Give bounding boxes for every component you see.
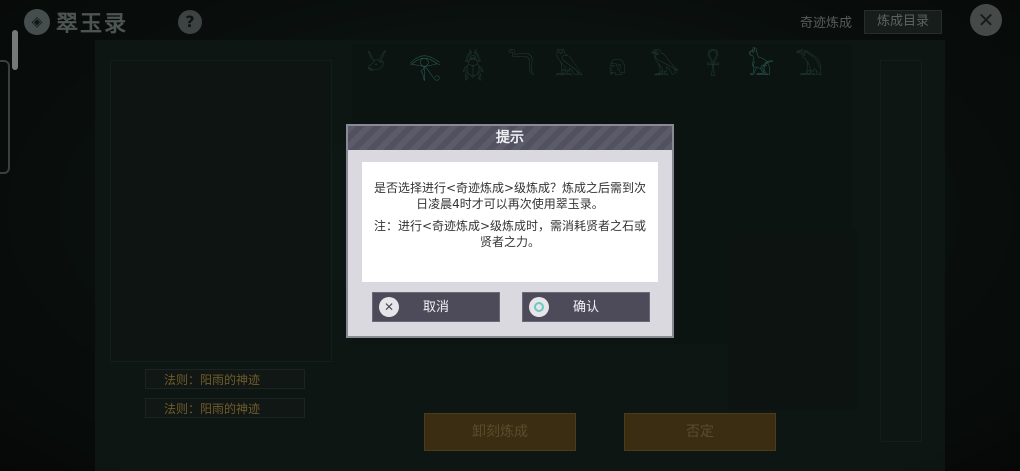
confirm-dialog: 提示 是否选择进行<奇迹炼成>级炼成？炼成之后需到次日凌晨4时才可以再次使用翠玉… xyxy=(346,124,674,338)
dialog-note: 注：进行<奇迹炼成>级炼成时，需消耗贤者之石或贤者之力。 xyxy=(373,219,647,249)
cancel-label: 取消 xyxy=(422,300,449,315)
confirm-label: 确认 xyxy=(572,300,599,315)
cancel-button[interactable]: ✕ 取消 xyxy=(372,292,500,322)
dialog-message: 是否选择进行<奇迹炼成>级炼成？炼成之后需到次日凌晨4时才可以再次使用翠玉录。 xyxy=(373,181,647,211)
dialog-message-box: 是否选择进行<奇迹炼成>级炼成？炼成之后需到次日凌晨4时才可以再次使用翠玉录。 … xyxy=(362,162,658,282)
dialog-title: 提示 xyxy=(348,126,672,150)
confirm-button[interactable]: 确认 xyxy=(522,292,650,322)
